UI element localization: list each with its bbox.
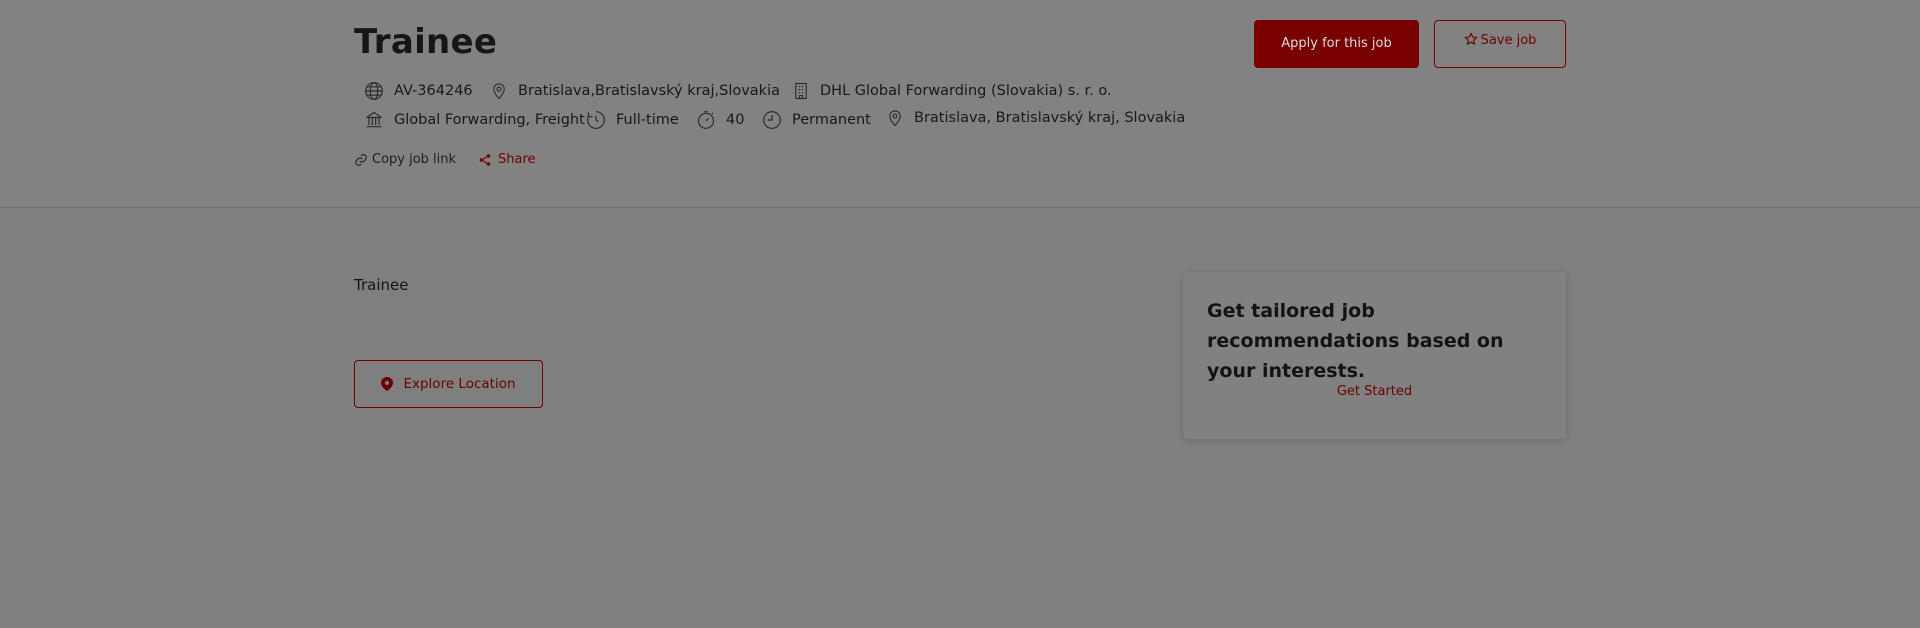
building-icon: [795, 82, 807, 100]
timer-icon: [697, 111, 715, 129]
job-id: AV-364246: [364, 81, 473, 101]
location-pin-icon: [493, 83, 505, 100]
job-header: Trainee Apply for this job Save job AV-3…: [0, 0, 1920, 208]
job-company: DHL Global Forwarding (Slovakia) s. r. o…: [792, 81, 1112, 101]
job-description: Trainee: [354, 276, 409, 294]
job-location-short: Bratislava,Bratislavský kraj,Slovakia: [490, 81, 780, 101]
job-division: Global Forwarding, Freight: [364, 110, 585, 130]
job-location-full: Bratislava, Bratislavský kraj, Slovakia: [886, 108, 1185, 128]
globe-icon: [365, 82, 383, 100]
job-contract: Permanent: [762, 110, 871, 130]
job-hours: 40: [696, 110, 744, 130]
share-link[interactable]: Share: [478, 152, 536, 167]
contract-clock-icon: [763, 111, 781, 129]
copy-job-link-label: Copy job link: [372, 152, 457, 167]
apply-button[interactable]: Apply for this job: [1254, 20, 1419, 68]
bank-icon: [366, 111, 382, 128]
clock-icon: [587, 111, 605, 129]
job-schedule: Full-time: [586, 110, 679, 130]
recommendations-card: Get tailored job recommendations based o…: [1183, 272, 1566, 439]
recommendations-title: Get tailored job recommendations based o…: [1207, 300, 1504, 382]
location-pin-icon: [889, 110, 901, 127]
star-icon: [1463, 32, 1478, 46]
map-marker-icon: [381, 377, 394, 391]
explore-location-button[interactable]: Explore Location: [354, 360, 543, 408]
save-job-label: Save job: [1480, 33, 1537, 48]
get-started-link[interactable]: Get Started: [1183, 384, 1566, 399]
explore-location-label: Explore Location: [403, 376, 516, 392]
link-icon: [355, 153, 367, 166]
save-job-button[interactable]: Save job: [1434, 20, 1566, 68]
share-icon: [479, 153, 491, 166]
copy-job-link[interactable]: Copy job link: [354, 152, 456, 167]
job-title: Trainee: [354, 22, 498, 62]
share-label: Share: [498, 152, 536, 167]
